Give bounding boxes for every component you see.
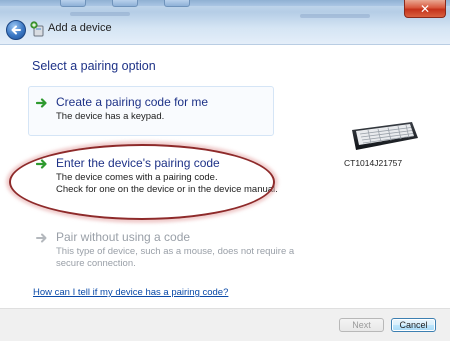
background-button bbox=[60, 0, 86, 7]
option-title: Pair without using a code bbox=[56, 230, 191, 244]
close-icon: ✕ bbox=[419, 1, 431, 16]
background-button bbox=[164, 0, 190, 7]
help-link[interactable]: How can I tell if my device has a pairin… bbox=[33, 287, 228, 298]
highlight-ellipse bbox=[9, 144, 275, 220]
window-title: Add a device bbox=[48, 22, 112, 34]
back-arrow-icon bbox=[11, 25, 21, 35]
option-description: This type of device, such as a mouse, do… bbox=[56, 246, 295, 257]
option-description: secure connection. bbox=[56, 258, 136, 269]
next-button[interactable]: Next bbox=[339, 318, 384, 332]
background-blur bbox=[70, 12, 130, 16]
device-name: CT1014J21757 bbox=[344, 158, 403, 168]
keyboard-icon bbox=[352, 122, 418, 150]
background-blur bbox=[300, 14, 370, 18]
page-title: Select a pairing option bbox=[32, 59, 156, 73]
option-title: Create a pairing code for me bbox=[56, 95, 209, 109]
option-description: The device has a keypad. bbox=[56, 111, 165, 122]
cancel-button[interactable]: Cancel bbox=[391, 318, 436, 332]
close-button[interactable]: ✕ bbox=[404, 0, 446, 18]
green-arrow-icon bbox=[36, 98, 47, 108]
add-device-icon bbox=[30, 21, 44, 37]
background-button bbox=[112, 0, 138, 7]
back-button[interactable] bbox=[6, 20, 26, 40]
grey-arrow-icon bbox=[36, 233, 47, 243]
